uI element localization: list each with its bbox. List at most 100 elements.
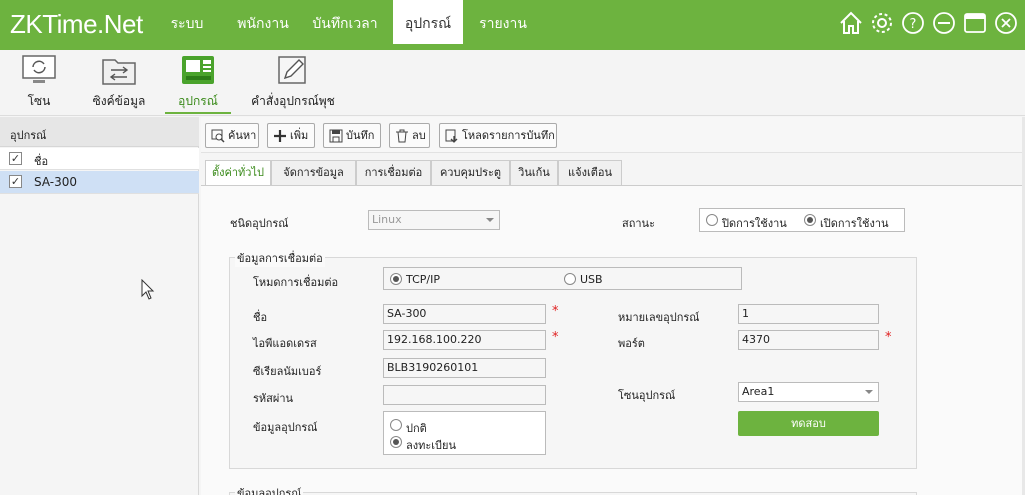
ribbon-label: อุปกรณ์ xyxy=(178,94,218,108)
menu-device[interactable]: อุปกรณ์ xyxy=(393,0,463,44)
plus-icon xyxy=(274,130,286,142)
toolbar: ค้นหา เพิ่ม บันทึก ลบ โหลดรายการบันทึก xyxy=(201,117,1025,153)
search-label: ค้นหา xyxy=(228,129,257,142)
ribbon-push-command[interactable]: คำสั่งอุปกรณ์พุช xyxy=(250,50,336,114)
ip-input[interactable]: 192.168.100.220 xyxy=(383,330,546,350)
device-info-group: ปกติ ลงทะเบียน xyxy=(383,411,546,455)
zone-label: โซนอุปกรณ์ xyxy=(618,389,676,402)
home-icon[interactable] xyxy=(838,10,864,36)
download-records-label: โหลดรายการบันทึก xyxy=(462,129,555,142)
connection-group-title: ข้อมูลการเชื่อมต่อ xyxy=(235,249,325,267)
help-icon[interactable]: ? xyxy=(900,10,926,36)
chevron-down-icon xyxy=(865,390,873,394)
register-label: ลงทะเบียน xyxy=(406,439,456,452)
status-label: สถานะ xyxy=(622,217,655,230)
folder-sync-icon xyxy=(102,59,136,85)
connection-mode-label: โหมดการเชื่อมต่อ xyxy=(253,276,339,289)
delete-label: ลบ xyxy=(412,129,426,142)
normal-label: ปกติ xyxy=(406,422,427,435)
device-info-section-title: ข้อมูลอุปกรณ์ xyxy=(235,484,304,495)
close-icon[interactable] xyxy=(993,10,1019,36)
status-radio-group: ปิดการใช้งาน เปิดการใช้งาน xyxy=(699,208,905,232)
menu-system[interactable]: ระบบ xyxy=(162,0,212,44)
panel-title: อุปกรณ์ xyxy=(0,117,199,147)
ribbon-label: ซิงค์ข้อมูล xyxy=(92,94,146,108)
required-mark: * xyxy=(552,304,559,319)
add-button[interactable]: เพิ่ม xyxy=(267,123,315,148)
svg-text:?: ? xyxy=(910,17,917,32)
ribbon: โซน ซิงค์ข้อมูล อุปกรณ์ คำสั่งอุปกรณ์พุช xyxy=(0,50,1025,116)
name-label: ชื่อ xyxy=(253,311,268,324)
top-bar: ZKTime.Net ระบบ พนักงาน บันทึกเวลา อุปกร… xyxy=(0,0,1025,50)
port-input[interactable]: 4370 xyxy=(738,330,879,350)
test-button[interactable]: ทดสอบ xyxy=(738,411,879,436)
password-label: รหัสผ่าน xyxy=(253,392,294,405)
status-enabled-label: เปิดการใช้งาน xyxy=(820,217,889,230)
add-label: เพิ่ม xyxy=(290,129,309,142)
tab-alert[interactable]: แจ้งเตือน xyxy=(558,160,622,186)
ribbon-label: คำสั่งอุปกรณ์พุช xyxy=(251,94,335,108)
gear-icon[interactable] xyxy=(869,10,895,36)
save-icon xyxy=(329,129,343,143)
device-info-label: ข้อมูลอุปกรณ์ xyxy=(253,421,318,434)
tab-door-control[interactable]: ควบคุมประตู xyxy=(431,160,510,186)
tab-data-management[interactable]: จัดการข้อมูล xyxy=(271,160,356,186)
usb-radio[interactable] xyxy=(564,273,576,285)
device-name: SA-300 xyxy=(34,175,78,189)
name-input[interactable]: SA-300 xyxy=(383,304,546,324)
connection-mode-group: TCP/IP USB xyxy=(383,267,742,290)
column-name-label: ชื่อ xyxy=(34,155,49,168)
list-header-row[interactable]: ✓ ชื่อ xyxy=(0,148,199,170)
device-number-label: หมายเลขอุปกรณ์ xyxy=(618,311,700,324)
menu-attendance[interactable]: บันทึกเวลา xyxy=(305,0,385,44)
status-enabled-radio[interactable] xyxy=(804,214,816,226)
ribbon-device[interactable]: อุปกรณ์ xyxy=(165,50,231,114)
ribbon-sync[interactable]: ซิงค์ข้อมูล xyxy=(88,50,150,114)
monitor-sync-icon xyxy=(22,55,56,83)
tab-wiegand[interactable]: วินเก้น xyxy=(510,160,558,186)
tab-general[interactable]: ตั้งค่าทั่วไป xyxy=(205,160,271,186)
checkbox[interactable]: ✓ xyxy=(9,175,22,188)
port-label: พอร์ต xyxy=(618,337,645,350)
tab-connection[interactable]: การเชื่อมต่อ xyxy=(356,160,431,186)
save-label: บันทึก xyxy=(346,129,375,142)
device-type-select[interactable]: Linux xyxy=(368,210,500,230)
status-disabled-label: ปิดการใช้งาน xyxy=(722,217,787,230)
menu-employee[interactable]: พนักงาน xyxy=(230,0,296,44)
required-mark: * xyxy=(885,330,892,345)
password-input[interactable] xyxy=(383,385,546,405)
chevron-down-icon xyxy=(486,218,494,222)
serial-input[interactable]: BLB3190260101 xyxy=(383,358,546,378)
app-logo: ZKTime.Net xyxy=(10,9,143,39)
search-button[interactable]: ค้นหา xyxy=(205,123,259,148)
usb-label: USB xyxy=(580,273,603,286)
list-item[interactable]: ✓ SA-300 xyxy=(0,171,199,194)
general-settings-panel: ชนิดอุปกรณ์ Linux สถานะ ปิดการใช้งาน เปิ… xyxy=(201,185,1025,495)
save-button[interactable]: บันทึก xyxy=(323,123,381,148)
maximize-icon[interactable] xyxy=(962,10,988,36)
device-list-panel: อุปกรณ์ ✓ ชื่อ ✓ SA-300 xyxy=(0,117,199,495)
register-radio[interactable] xyxy=(390,436,402,448)
tcpip-radio[interactable] xyxy=(390,273,402,285)
ribbon-zone[interactable]: โซน xyxy=(14,50,64,114)
zone-value: Area1 xyxy=(742,385,775,398)
edit-pencil-icon xyxy=(278,56,306,84)
trash-icon xyxy=(396,129,408,143)
terminal-device-icon xyxy=(182,56,214,84)
device-number-input[interactable]: 1 xyxy=(738,304,879,324)
minimize-icon[interactable] xyxy=(931,10,957,36)
zone-select[interactable]: Area1 xyxy=(738,382,879,402)
status-disabled-radio[interactable] xyxy=(706,214,718,226)
required-mark: * xyxy=(552,330,559,345)
ribbon-label: โซน xyxy=(27,94,51,108)
mouse-cursor-icon xyxy=(141,279,155,300)
menu-report[interactable]: รายงาน xyxy=(470,0,536,44)
normal-radio[interactable] xyxy=(390,419,402,431)
serial-label: ซีเรียลนัมเบอร์ xyxy=(253,365,322,378)
download-records-button[interactable]: โหลดรายการบันทึก xyxy=(439,123,557,148)
delete-button[interactable]: ลบ xyxy=(389,123,430,148)
tcpip-label: TCP/IP xyxy=(406,273,440,286)
checkbox[interactable]: ✓ xyxy=(9,152,22,165)
ip-label: ไอพีแอดเดรส xyxy=(253,337,317,350)
search-icon xyxy=(211,129,225,143)
